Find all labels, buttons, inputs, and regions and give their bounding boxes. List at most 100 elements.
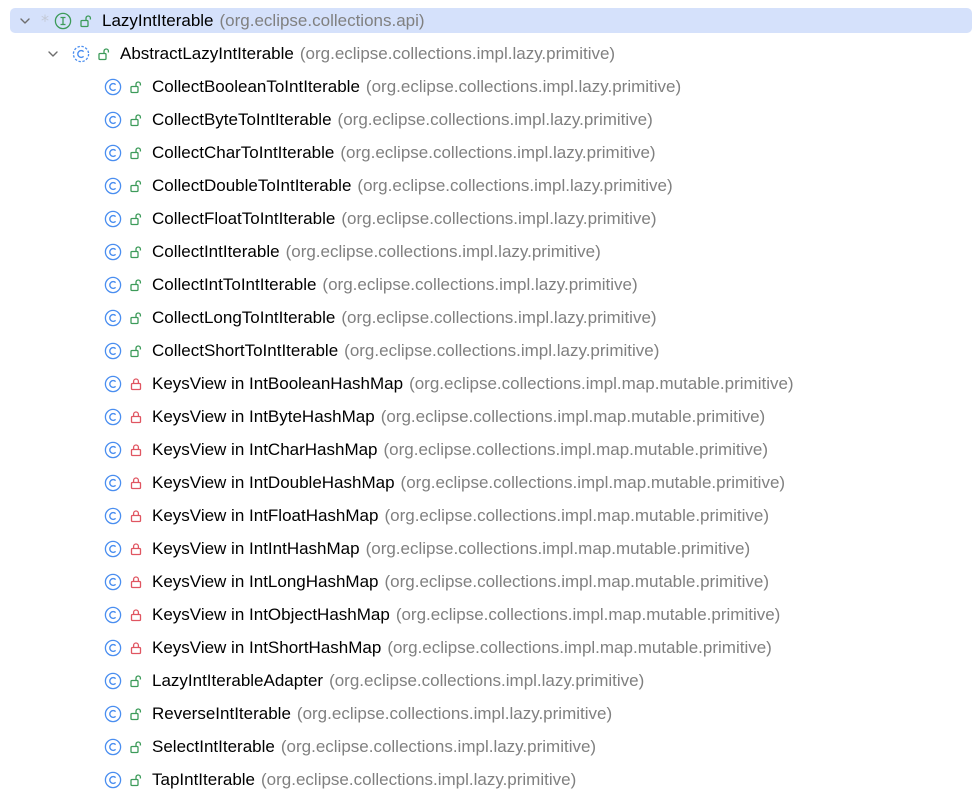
tree-row-subclass[interactable]: KeysView in IntObjectHashMap (org.eclipse… [0,598,972,631]
type-name: KeysView in IntIntHashMap [152,538,360,558]
type-name: LazyIntIterableAdapter [152,670,324,690]
package-name: (org.eclipse.collections.api) [219,10,425,30]
class-icon [104,441,122,459]
tree-row-subclass[interactable]: LazyIntIterableAdapter (org.eclipse.colle… [0,664,972,697]
class-icon [104,111,122,129]
type-name: CollectShortToIntIterable [152,340,339,360]
public-lock-icon [130,311,142,325]
public-lock-icon [130,773,142,787]
tree-row-subclass[interactable]: KeysView in IntCharHashMap (org.eclipse.c… [0,433,972,466]
package-name: (org.eclipse.collections.impl.lazy.primi… [344,340,660,360]
class-icon [104,78,122,96]
tree-row-subclass[interactable]: ReverseIntIterable (org.eclipse.collectio… [0,697,972,730]
package-name: (org.eclipse.collections.impl.map.mutabl… [380,406,766,426]
class-icon [104,705,122,723]
chevron-down-icon[interactable] [18,14,32,28]
tree-row-subclass[interactable]: CollectCharToIntIterable (org.eclipse.col… [0,136,972,169]
private-lock-icon [130,443,142,457]
package-name: (org.eclipse.collections.impl.lazy.primi… [341,307,657,327]
public-lock-icon [130,212,142,226]
tree-row-subclass[interactable]: CollectIntToIntIterable (org.eclipse.coll… [0,268,972,301]
class-icon [104,639,122,657]
type-name: CollectByteToIntIterable [152,109,332,129]
tree-row-subclass[interactable]: KeysView in IntByteHashMap (org.eclipse.c… [0,400,972,433]
tree-row-subclass[interactable]: KeysView in IntShortHashMap (org.eclipse.… [0,631,972,664]
type-name: KeysView in IntObjectHashMap [152,604,390,624]
package-name: (org.eclipse.collections.impl.map.mutabl… [365,538,751,558]
chevron-down-icon[interactable] [46,47,60,61]
class-icon [104,144,122,162]
type-name: KeysView in IntBooleanHashMap [152,373,404,393]
public-lock-icon [130,278,142,292]
package-name: (org.eclipse.collections.impl.lazy.primi… [341,208,657,228]
tree-row-subclass[interactable]: KeysView in IntIntHashMap (org.eclipse.co… [0,532,972,565]
package-name: (org.eclipse.collections.impl.map.mutabl… [384,571,770,591]
class-icon [104,276,122,294]
class-icon [104,738,122,756]
class-icon [104,771,122,789]
type-name: KeysView in IntShortHashMap [152,637,382,657]
tree-row-subclass[interactable]: KeysView in IntLongHashMap (org.eclipse.c… [0,565,972,598]
package-name: (org.eclipse.collections.impl.map.mutabl… [387,637,772,657]
package-name: (org.eclipse.collections.impl.lazy.primi… [337,109,653,129]
interface-icon [54,12,72,30]
tree-row-subclass[interactable]: KeysView in IntBooleanHashMap (org.eclips… [0,367,972,400]
public-lock-icon [130,344,142,358]
tree-row-subclass[interactable]: CollectDoubleToIntIterable (org.eclipse.c… [0,169,972,202]
type-name: CollectDoubleToIntIterable [152,175,352,195]
tree-row-subclass[interactable]: CollectByteToIntIterable (org.eclipse.col… [0,103,972,136]
type-name: LazyIntIterable [102,10,214,30]
class-icon [104,408,122,426]
type-name: CollectBooleanToIntIterable [152,76,360,96]
private-lock-icon [130,641,142,655]
tree-row-subclass[interactable]: CollectBooleanToIntIterable (org.eclipse.… [0,70,972,103]
type-name: CollectLongToIntIterable [152,307,336,327]
type-name: KeysView in IntLongHashMap [152,571,379,591]
tree-row-subclass[interactable]: CollectIntIterable (org.eclipse.collectio… [0,235,972,268]
package-name: (org.eclipse.collections.impl.map.mutabl… [409,373,794,393]
tree-row-subclass[interactable]: SelectIntIterable (org.eclipse.collection… [0,730,972,763]
public-lock-icon [130,707,142,721]
abstract-class-icon [72,45,90,63]
type-name: CollectIntToIntIterable [152,274,317,294]
public-lock-icon [130,113,142,127]
public-lock-icon [130,674,142,688]
type-name: TapIntIterable [152,769,256,789]
package-name: (org.eclipse.collections.impl.map.mutabl… [384,505,769,525]
star-icon: * [41,11,49,30]
class-icon [104,606,122,624]
tree-row-parent[interactable]: AbstractLazyIntIterable (org.eclipse.col… [0,37,972,70]
tree-row-subclass[interactable]: KeysView in IntFloatHashMap (org.eclipse.… [0,499,972,532]
tree-row-root[interactable]: * LazyIntIterable (org.eclipse.collectio… [0,4,972,37]
type-name: CollectCharToIntIterable [152,142,335,162]
public-lock-icon [98,47,110,61]
tree-row-subclass[interactable]: CollectFloatToIntIterable (org.eclipse.co… [0,202,972,235]
private-lock-icon [130,575,142,589]
private-lock-icon [130,476,142,490]
package-name: (org.eclipse.collections.impl.lazy.primi… [280,736,597,756]
package-name: (org.eclipse.collections.impl.map.mutabl… [395,604,781,624]
package-name: (org.eclipse.collections.impl.lazy.primi… [357,175,673,195]
private-lock-icon [130,410,142,424]
class-icon [104,210,122,228]
tree-row-subclass[interactable]: KeysView in IntDoubleHashMap (org.eclipse… [0,466,972,499]
class-icon [104,573,122,591]
package-name: (org.eclipse.collections.impl.lazy.primi… [299,43,616,63]
package-name: (org.eclipse.collections.impl.lazy.primi… [340,142,656,162]
private-lock-icon [130,509,142,523]
package-name: (org.eclipse.collections.impl.map.mutabl… [400,472,786,492]
type-name: AbstractLazyIntIterable [120,43,294,63]
type-name: KeysView in IntByteHashMap [152,406,375,426]
tree-row-subclass[interactable]: TapIntIterable (org.eclipse.collections.i… [0,763,972,796]
public-lock-icon [130,80,142,94]
class-icon [104,243,122,261]
public-lock-icon [130,146,142,160]
class-icon [104,309,122,327]
type-name: KeysView in IntCharHashMap [152,439,378,459]
tree-row-subclass[interactable]: CollectShortToIntIterable (org.eclipse.co… [0,334,972,367]
class-icon [104,474,122,492]
type-name: KeysView in IntDoubleHashMap [152,472,395,492]
type-name: CollectIntIterable [152,241,280,261]
type-hierarchy-tree: * LazyIntIterable (org.eclipse.collectio… [0,0,972,799]
tree-row-subclass[interactable]: CollectLongToIntIterable (org.eclipse.col… [0,301,972,334]
